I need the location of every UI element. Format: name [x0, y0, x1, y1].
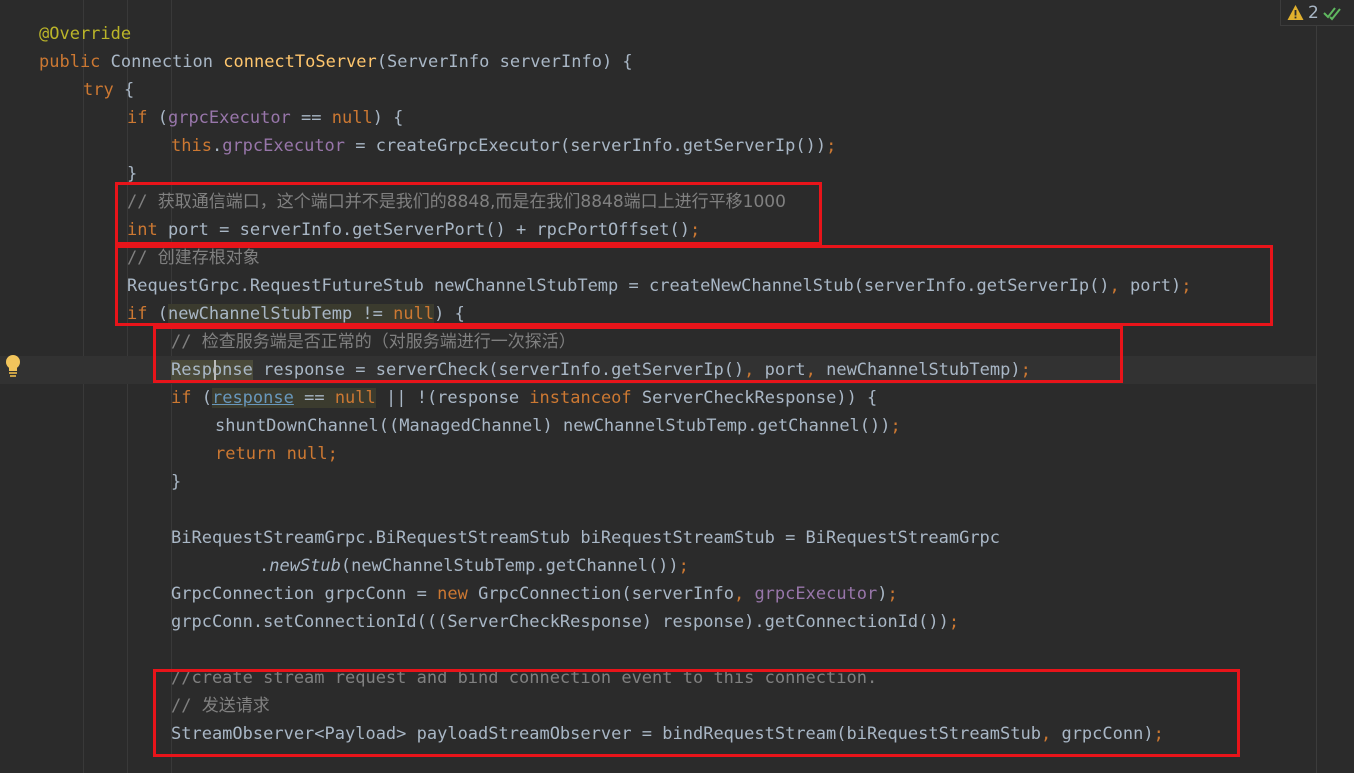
code-line: if (grpcExecutor == null) { [127, 108, 404, 128]
code-line: BiRequestStreamGrpc.BiRequestStreamStub … [171, 528, 1001, 548]
code-line: if (response == null || !(response insta… [171, 388, 878, 408]
annotation-box [153, 669, 1240, 757]
annotation-box [115, 182, 822, 245]
warning-count: 2 [1308, 2, 1319, 23]
code-line: try { [83, 80, 135, 100]
annotation-box [115, 245, 1273, 326]
code-line: grpcConn.setConnectionId(((ServerCheckRe… [171, 612, 960, 632]
code-line: public Connection connectToServer(Server… [39, 52, 633, 72]
double-check-icon [1323, 6, 1341, 20]
code-line: @Override [39, 24, 132, 44]
code-line: .newStub(newChannelStubTemp.getChannel()… [259, 556, 689, 576]
annotation-box [153, 326, 1123, 383]
code-editor[interactable]: @Override public Connection connectToSer… [0, 0, 1354, 773]
code-line: GrpcConnection grpcConn = new GrpcConnec… [171, 584, 898, 604]
code-line: } [171, 472, 182, 492]
warning-icon [1287, 5, 1304, 20]
inspection-widget[interactable]: 2 [1280, 0, 1354, 26]
code-line: return null; [215, 444, 338, 464]
lightbulb-icon[interactable] [4, 354, 22, 378]
code-line: shuntDownChannel((ManagedChannel) newCha… [215, 416, 901, 436]
code-line: this.grpcExecutor = createGrpcExecutor(s… [171, 136, 837, 156]
